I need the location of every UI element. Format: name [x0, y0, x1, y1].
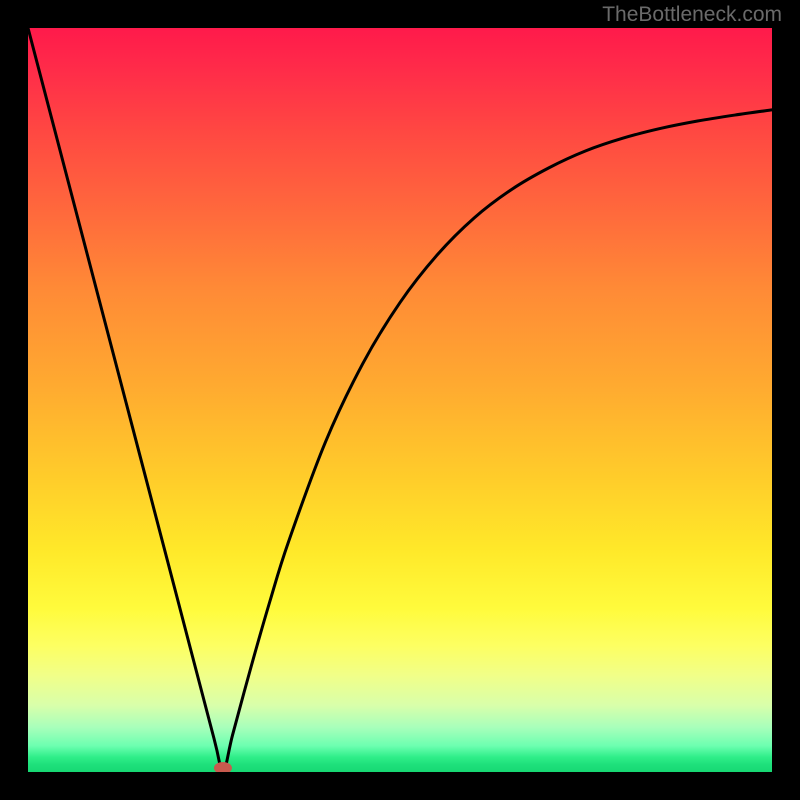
watermark-text: TheBottleneck.com	[602, 3, 782, 27]
curve-layer	[28, 28, 772, 772]
minimum-marker	[214, 762, 232, 772]
plot-area	[28, 28, 772, 772]
chart-container: TheBottleneck.com	[0, 0, 800, 800]
bottleneck-curve-path	[28, 28, 772, 772]
